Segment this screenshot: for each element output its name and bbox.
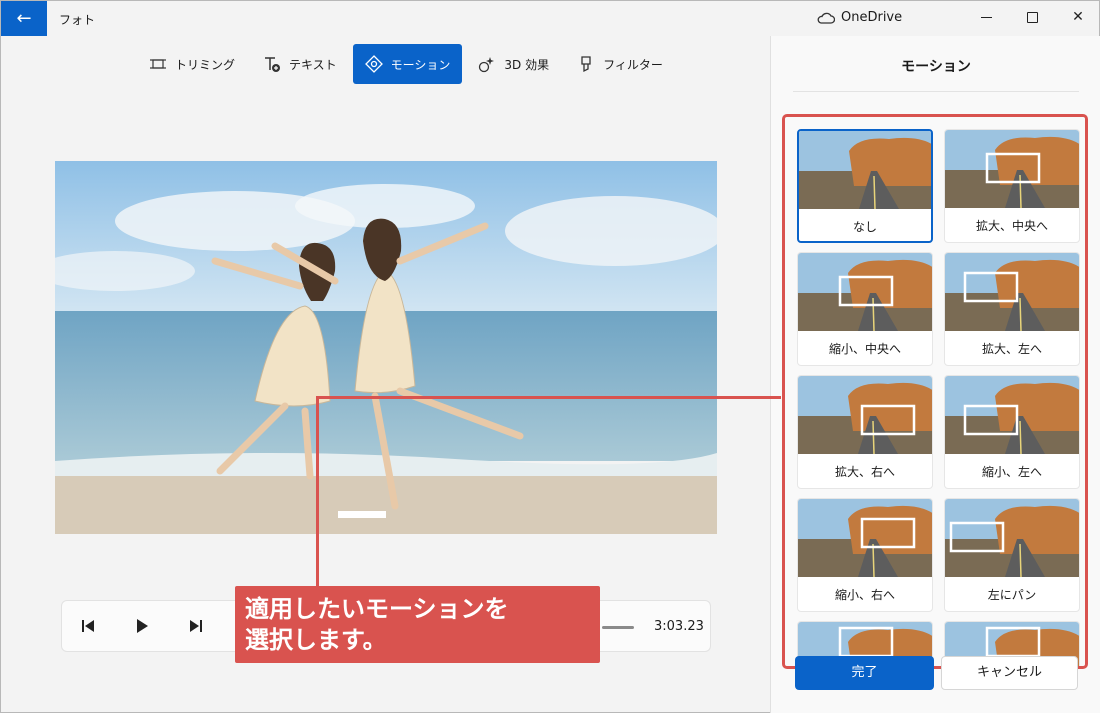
motion-option-zoom-in-left[interactable]: 拡大、左へ: [944, 252, 1080, 366]
motion-option-label: 拡大、右へ: [834, 465, 895, 479]
motion-option-zoom-out-left[interactable]: 縮小、左へ: [944, 375, 1080, 489]
motion-thumbnail: [945, 253, 1079, 331]
callout-line-2: 選択します。: [245, 626, 387, 654]
motion-option-pan-left[interactable]: 左にパン: [944, 498, 1080, 612]
play-icon: [137, 619, 148, 633]
filter-icon: [581, 56, 591, 73]
tool-3d-effects[interactable]: 3D 効果: [466, 44, 561, 84]
maximize-button[interactable]: [1009, 1, 1055, 33]
tool-motion-label: モーション: [390, 57, 451, 72]
tool-3d-effects-label: 3D 効果: [504, 57, 550, 72]
back-button[interactable]: ←: [1, 1, 47, 36]
cloud-icon: [817, 12, 835, 24]
minimize-button[interactable]: [963, 1, 1009, 33]
photos-app-window: ← フォト OneDrive ✕ トリミング テキスト モーション 3D 効果: [0, 0, 1100, 713]
tool-text[interactable]: テキスト: [251, 44, 349, 84]
play-button[interactable]: [132, 616, 152, 636]
back-arrow-icon: ←: [16, 8, 32, 29]
onedrive-label: OneDrive: [841, 10, 903, 25]
callout-connector-horizontal: [316, 396, 781, 399]
seek-track[interactable]: [602, 626, 634, 629]
previous-frame-button[interactable]: [78, 616, 98, 636]
motion-option-zoom-in-right[interactable]: 拡大、右へ: [797, 375, 933, 489]
photo-preview: [55, 161, 717, 534]
motion-option-label: 左にパン: [987, 588, 1037, 602]
step-forward-icon: [190, 620, 202, 632]
effects-3d-icon: [479, 57, 495, 73]
onedrive-status[interactable]: OneDrive: [817, 10, 902, 25]
motion-option-zoom-out-right[interactable]: 縮小、右へ: [797, 498, 933, 612]
panel-title: モーション: [901, 59, 971, 75]
beach-photo: [55, 161, 717, 534]
motion-options-highlight: なし 拡大、中央へ縮小、中央へ 拡大、左へ拡大、右へ 縮小、左へ縮小、右へ 左にパン: [782, 114, 1088, 669]
motion-thumbnail: [798, 499, 932, 577]
instruction-callout: 適用したいモーションを 選択します。: [235, 586, 600, 663]
maximize-icon: [1026, 11, 1038, 23]
motion-icon: [364, 55, 383, 73]
motion-thumbnail: [798, 376, 932, 454]
tool-filter[interactable]: フィルター: [565, 44, 675, 84]
done-button[interactable]: 完了: [795, 656, 934, 690]
motion-option-label: 縮小、中央へ: [828, 342, 901, 356]
minimize-icon: [980, 16, 992, 18]
motion-panel: モーション なし 拡大、中央へ縮小、中央へ 拡大、左へ拡大、右へ 縮小、左へ縮小、右へ…: [770, 36, 1100, 713]
edit-toolbar: トリミング テキスト モーション 3D 効果 フィルター: [137, 44, 675, 84]
cancel-button[interactable]: キャンセル: [941, 656, 1078, 690]
tool-filter-label: フィルター: [603, 57, 663, 72]
motion-thumbnail: [799, 131, 931, 209]
close-icon: ✕: [1072, 9, 1084, 25]
callout-line-1: 適用したいモーションを: [245, 595, 509, 623]
tool-trim-label: トリミング: [175, 57, 236, 72]
motion-option-label: 拡大、左へ: [981, 342, 1042, 356]
motion-option-label: 縮小、左へ: [981, 465, 1042, 479]
motion-thumbnail: [945, 376, 1079, 454]
motion-option-none[interactable]: なし: [797, 129, 933, 243]
motion-thumbnail: [945, 499, 1079, 577]
panel-divider: [793, 91, 1079, 92]
motion-option-zoom-in-center[interactable]: 拡大、中央へ: [944, 129, 1080, 243]
motion-thumbnail: [798, 253, 932, 331]
tool-trim[interactable]: トリミング: [137, 44, 247, 84]
text-add-icon: [265, 57, 281, 72]
motion-option-zoom-out-center[interactable]: 縮小、中央へ: [797, 252, 933, 366]
next-frame-button[interactable]: [186, 616, 206, 636]
playback-time: 3:03.23: [654, 619, 704, 634]
motion-option-label: 拡大、中央へ: [975, 219, 1048, 233]
app-title: フォト: [59, 13, 96, 27]
motion-thumbnail: [945, 130, 1079, 208]
tool-motion[interactable]: モーション: [352, 44, 463, 84]
motion-option-label: 縮小、右へ: [834, 588, 895, 602]
motion-option-label: なし: [852, 220, 877, 234]
tool-text-label: テキスト: [289, 57, 337, 72]
callout-connector-vertical: [316, 396, 319, 588]
crop-icon: [150, 59, 166, 69]
close-button[interactable]: ✕: [1055, 1, 1100, 33]
step-back-icon: [82, 620, 94, 632]
